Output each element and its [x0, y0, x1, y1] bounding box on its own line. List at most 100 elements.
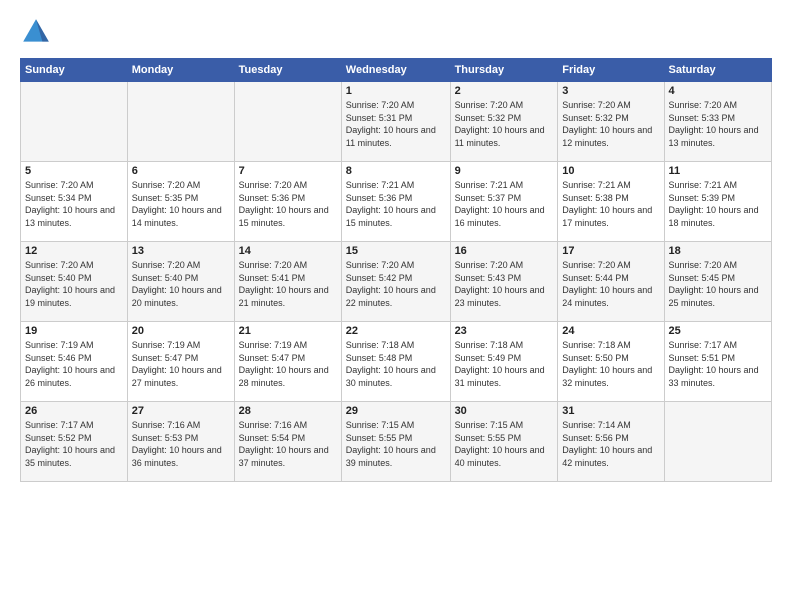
calendar-cell: 10 Sunrise: 7:21 AM Sunset: 5:38 PM Dayli…	[558, 162, 664, 242]
calendar-cell: 16 Sunrise: 7:20 AM Sunset: 5:43 PM Dayli…	[450, 242, 558, 322]
day-number: 17	[562, 245, 659, 257]
calendar-cell: 17 Sunrise: 7:20 AM Sunset: 5:44 PM Dayli…	[558, 242, 664, 322]
day-header-saturday: Saturday	[664, 59, 771, 82]
day-number: 29	[346, 405, 446, 417]
day-info: Sunrise: 7:16 AM Sunset: 5:53 PM Dayligh…	[132, 419, 230, 469]
day-info: Sunrise: 7:17 AM Sunset: 5:52 PM Dayligh…	[25, 419, 123, 469]
calendar-cell: 3 Sunrise: 7:20 AM Sunset: 5:32 PM Daylig…	[558, 82, 664, 162]
calendar-cell: 11 Sunrise: 7:21 AM Sunset: 5:39 PM Dayli…	[664, 162, 771, 242]
day-number: 30	[455, 405, 554, 417]
calendar-cell: 29 Sunrise: 7:15 AM Sunset: 5:55 PM Dayli…	[341, 402, 450, 482]
day-header-wednesday: Wednesday	[341, 59, 450, 82]
day-header-monday: Monday	[127, 59, 234, 82]
day-number: 25	[669, 325, 767, 337]
day-info: Sunrise: 7:20 AM Sunset: 5:40 PM Dayligh…	[25, 259, 123, 309]
day-number: 16	[455, 245, 554, 257]
day-info: Sunrise: 7:20 AM Sunset: 5:32 PM Dayligh…	[562, 99, 659, 149]
day-header-sunday: Sunday	[21, 59, 128, 82]
logo	[20, 16, 56, 48]
day-number: 6	[132, 165, 230, 177]
day-info: Sunrise: 7:21 AM Sunset: 5:37 PM Dayligh…	[455, 179, 554, 229]
day-info: Sunrise: 7:20 AM Sunset: 5:44 PM Dayligh…	[562, 259, 659, 309]
calendar-cell: 22Sunrise: 7:18 AM Sunset: 5:48 PM Dayli…	[341, 322, 450, 402]
day-info: Sunrise: 7:20 AM Sunset: 5:36 PM Dayligh…	[239, 179, 337, 229]
day-info: Sunrise: 7:16 AM Sunset: 5:54 PM Dayligh…	[239, 419, 337, 469]
day-number: 1	[346, 85, 446, 97]
day-info: Sunrise: 7:14 AM Sunset: 5:56 PM Dayligh…	[562, 419, 659, 469]
day-info: Sunrise: 7:18 AM Sunset: 5:50 PM Dayligh…	[562, 339, 659, 389]
day-info: Sunrise: 7:20 AM Sunset: 5:45 PM Dayligh…	[669, 259, 767, 309]
calendar-cell: 14Sunrise: 7:20 AM Sunset: 5:41 PM Dayli…	[234, 242, 341, 322]
day-number: 13	[132, 245, 230, 257]
day-info: Sunrise: 7:21 AM Sunset: 5:38 PM Dayligh…	[562, 179, 659, 229]
calendar-cell: 27 Sunrise: 7:16 AM Sunset: 5:53 PM Dayli…	[127, 402, 234, 482]
day-number: 4	[669, 85, 767, 97]
calendar-header-row: SundayMondayTuesdayWednesdayThursdayFrid…	[21, 59, 772, 82]
day-number: 19	[25, 325, 123, 337]
day-number: 2	[455, 85, 554, 97]
calendar-cell: 13Sunrise: 7:20 AM Sunset: 5:40 PM Dayli…	[127, 242, 234, 322]
day-number: 12	[25, 245, 123, 257]
day-number: 9	[455, 165, 554, 177]
day-number: 10	[562, 165, 659, 177]
week-row-2: 5 Sunrise: 7:20 AM Sunset: 5:34 PM Daylig…	[21, 162, 772, 242]
day-info: Sunrise: 7:17 AM Sunset: 5:51 PM Dayligh…	[669, 339, 767, 389]
day-header-thursday: Thursday	[450, 59, 558, 82]
day-info: Sunrise: 7:20 AM Sunset: 5:32 PM Dayligh…	[455, 99, 554, 149]
day-number: 3	[562, 85, 659, 97]
calendar-cell: 19 Sunrise: 7:19 AM Sunset: 5:46 PM Dayli…	[21, 322, 128, 402]
calendar-cell: 2 Sunrise: 7:20 AM Sunset: 5:32 PM Daylig…	[450, 82, 558, 162]
day-number: 14	[239, 245, 337, 257]
week-row-1: 1Sunrise: 7:20 AM Sunset: 5:31 PM Daylig…	[21, 82, 772, 162]
calendar-cell: 5 Sunrise: 7:20 AM Sunset: 5:34 PM Daylig…	[21, 162, 128, 242]
day-header-tuesday: Tuesday	[234, 59, 341, 82]
calendar-cell	[664, 402, 771, 482]
calendar-cell	[127, 82, 234, 162]
day-info: Sunrise: 7:20 AM Sunset: 5:34 PM Dayligh…	[25, 179, 123, 229]
day-number: 23	[455, 325, 554, 337]
day-info: Sunrise: 7:18 AM Sunset: 5:49 PM Dayligh…	[455, 339, 554, 389]
calendar-cell	[21, 82, 128, 162]
calendar-cell: 8Sunrise: 7:21 AM Sunset: 5:36 PM Daylig…	[341, 162, 450, 242]
calendar-cell: 9 Sunrise: 7:21 AM Sunset: 5:37 PM Daylig…	[450, 162, 558, 242]
day-number: 28	[239, 405, 337, 417]
day-info: Sunrise: 7:20 AM Sunset: 5:33 PM Dayligh…	[669, 99, 767, 149]
day-number: 26	[25, 405, 123, 417]
day-info: Sunrise: 7:20 AM Sunset: 5:43 PM Dayligh…	[455, 259, 554, 309]
calendar-table: SundayMondayTuesdayWednesdayThursdayFrid…	[20, 58, 772, 482]
day-number: 27	[132, 405, 230, 417]
day-number: 7	[239, 165, 337, 177]
week-row-3: 12 Sunrise: 7:20 AM Sunset: 5:40 PM Dayli…	[21, 242, 772, 322]
calendar-cell: 25 Sunrise: 7:17 AM Sunset: 5:51 PM Dayli…	[664, 322, 771, 402]
day-number: 11	[669, 165, 767, 177]
calendar-cell: 28 Sunrise: 7:16 AM Sunset: 5:54 PM Dayli…	[234, 402, 341, 482]
day-info: Sunrise: 7:20 AM Sunset: 5:42 PM Dayligh…	[346, 259, 446, 309]
day-info: Sunrise: 7:18 AM Sunset: 5:48 PM Dayligh…	[346, 339, 446, 389]
header	[20, 16, 772, 48]
day-info: Sunrise: 7:15 AM Sunset: 5:55 PM Dayligh…	[455, 419, 554, 469]
calendar-cell: 30 Sunrise: 7:15 AM Sunset: 5:55 PM Dayli…	[450, 402, 558, 482]
calendar-cell: 23 Sunrise: 7:18 AM Sunset: 5:49 PM Dayli…	[450, 322, 558, 402]
calendar-cell: 7 Sunrise: 7:20 AM Sunset: 5:36 PM Daylig…	[234, 162, 341, 242]
logo-icon	[20, 16, 52, 48]
calendar-cell: 31 Sunrise: 7:14 AM Sunset: 5:56 PM Dayli…	[558, 402, 664, 482]
day-info: Sunrise: 7:19 AM Sunset: 5:47 PM Dayligh…	[239, 339, 337, 389]
calendar-cell: 26 Sunrise: 7:17 AM Sunset: 5:52 PM Dayli…	[21, 402, 128, 482]
day-info: Sunrise: 7:15 AM Sunset: 5:55 PM Dayligh…	[346, 419, 446, 469]
day-number: 5	[25, 165, 123, 177]
day-number: 31	[562, 405, 659, 417]
week-row-5: 26 Sunrise: 7:17 AM Sunset: 5:52 PM Dayli…	[21, 402, 772, 482]
calendar-cell: 12 Sunrise: 7:20 AM Sunset: 5:40 PM Dayli…	[21, 242, 128, 322]
calendar-cell: 21Sunrise: 7:19 AM Sunset: 5:47 PM Dayli…	[234, 322, 341, 402]
calendar-cell: 18 Sunrise: 7:20 AM Sunset: 5:45 PM Dayli…	[664, 242, 771, 322]
day-header-friday: Friday	[558, 59, 664, 82]
day-number: 18	[669, 245, 767, 257]
day-info: Sunrise: 7:21 AM Sunset: 5:39 PM Dayligh…	[669, 179, 767, 229]
day-number: 8	[346, 165, 446, 177]
day-info: Sunrise: 7:19 AM Sunset: 5:47 PM Dayligh…	[132, 339, 230, 389]
calendar-cell: 24Sunrise: 7:18 AM Sunset: 5:50 PM Dayli…	[558, 322, 664, 402]
calendar-cell: 1Sunrise: 7:20 AM Sunset: 5:31 PM Daylig…	[341, 82, 450, 162]
calendar-cell: 6Sunrise: 7:20 AM Sunset: 5:35 PM Daylig…	[127, 162, 234, 242]
week-row-4: 19 Sunrise: 7:19 AM Sunset: 5:46 PM Dayli…	[21, 322, 772, 402]
day-info: Sunrise: 7:19 AM Sunset: 5:46 PM Dayligh…	[25, 339, 123, 389]
